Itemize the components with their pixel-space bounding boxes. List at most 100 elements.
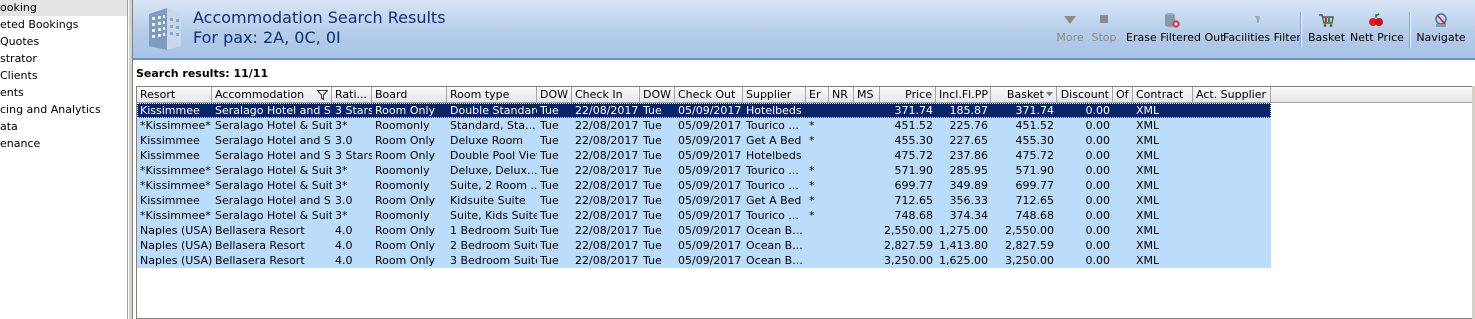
cell-accommodation: Seralago Hotel and S...	[215, 104, 332, 117]
erase-filtered-out-button[interactable]: Erase Filtered Out	[1126, 12, 1224, 52]
cell-resort: Kissimmee	[140, 194, 200, 207]
cell-accommodation: Seralago Hotel and S...	[215, 134, 332, 147]
cell-supplier: Tourico ...	[746, 164, 799, 177]
toolbar-separator-2	[1409, 12, 1411, 48]
basket-icon	[1319, 14, 1334, 27]
cell-contract: XML	[1136, 179, 1160, 192]
column-header-discount[interactable]: Discount	[1057, 87, 1113, 103]
facilities-filter-button[interactable]: Facilities Filter	[1223, 12, 1301, 52]
cell-board: Room Only	[375, 254, 436, 267]
column-header-resort[interactable]: Resort	[137, 87, 212, 103]
cell-resort: *Kissimmee*	[140, 119, 211, 132]
more-button[interactable]: More	[1054, 12, 1086, 52]
navigate-button[interactable]: Navigate	[1416, 12, 1466, 52]
cell-price: 2,827.59	[884, 239, 933, 252]
column-header-rating[interactable]: Rati...	[332, 87, 372, 103]
cell-rating: 4.0	[335, 224, 353, 237]
sidebar-item-pricing-analytics[interactable]: cing and Analytics	[0, 102, 101, 118]
column-header-act-supplier[interactable]: Act. Supplier	[1193, 87, 1271, 103]
cell-accommodation: Seralago Hotel and S...	[215, 149, 332, 162]
cell-er: *	[809, 119, 815, 132]
table-row[interactable]: Naples (USA) Bellasera Resort 4.0 Room Only…	[137, 238, 1271, 253]
cell-dow-in: Tue	[540, 149, 559, 162]
cell-ms	[854, 238, 880, 253]
column-header-of[interactable]: Of	[1113, 87, 1133, 103]
cell-discount: 0.00	[1085, 254, 1111, 267]
basket-button[interactable]: Basket	[1308, 12, 1346, 52]
cell-er: *	[809, 209, 815, 222]
table-row[interactable]: Kissimmee Seralago Hotel and S... 3 Stars R…	[137, 148, 1271, 163]
cell-discount: 0.00	[1085, 209, 1111, 222]
column-header-accommodation[interactable]: Accommodation	[212, 87, 332, 103]
cell-of	[1113, 223, 1133, 238]
cell-act-supplier	[1193, 178, 1271, 193]
table-row[interactable]: Kissimmee Seralago Hotel and S... 3 Stars R…	[137, 103, 1271, 118]
column-header-nr[interactable]: NR	[829, 87, 854, 103]
table-row[interactable]: *Kissimmee* Seralago Hotel & Suites3* Room…	[137, 178, 1271, 193]
column-header-incl-fl-pp[interactable]: Incl.Fl.PP	[936, 87, 991, 103]
grid-header-filler	[1271, 87, 1475, 103]
column-header-basket[interactable]: Basket	[991, 87, 1057, 103]
column-header-ms[interactable]: MS	[854, 87, 880, 103]
column-header-contract[interactable]: Contract	[1133, 87, 1193, 103]
column-header-price[interactable]: Price	[880, 87, 936, 103]
cell-er: *	[809, 164, 815, 177]
table-row[interactable]: *Kissimmee* Seralago Hotel & Suites3* Room…	[137, 208, 1271, 223]
cell-dow-in: Tue	[540, 254, 559, 267]
cell-room-type: Deluxe, Delux...	[450, 164, 537, 177]
cell-er: *	[809, 134, 815, 147]
cell-basket: 2,550.00	[1005, 224, 1054, 237]
table-row[interactable]: Naples (USA) Bellasera Resort 4.0 Room Only…	[137, 223, 1271, 238]
stop-button[interactable]: Stop	[1091, 12, 1117, 52]
column-header-dow-out[interactable]: DOW	[640, 87, 675, 103]
cell-incl-fl-pp: 349.89	[949, 179, 989, 192]
cell-room-type: Double Standard	[450, 104, 537, 117]
cell-room-type: Suite, Kids Suite	[450, 209, 537, 222]
cell-room-type: 2 Bedroom Suite	[450, 239, 537, 252]
cell-er: *	[809, 194, 815, 207]
cell-supplier: Hotelbeds	[746, 149, 802, 162]
sidebar-item-events[interactable]: ents	[0, 85, 24, 101]
cell-contract: XML	[1136, 119, 1160, 132]
cell-dow-out: Tue	[643, 224, 662, 237]
cell-rating: 3.0	[335, 194, 353, 207]
cell-nr	[829, 238, 854, 253]
column-header-dow-in[interactable]: DOW	[537, 87, 572, 103]
column-header-check-out[interactable]: Check Out	[675, 87, 743, 103]
sidebar-item-quotes[interactable]: Quotes	[0, 34, 39, 50]
sidebar-item-clients[interactable]: Clients	[0, 68, 38, 84]
cell-accommodation: Bellasera Resort	[215, 224, 305, 237]
cell-room-type: 1 Bedroom Suite	[450, 224, 537, 237]
cell-basket: 712.65	[1015, 194, 1055, 207]
sidebar-item-administrator[interactable]: strator	[0, 51, 37, 67]
sidebar-item-completed-bookings[interactable]: eted Bookings	[0, 17, 78, 33]
cell-board: Roomonly	[375, 209, 430, 222]
navigate-label: Navigate	[1416, 31, 1466, 44]
cell-supplier: Hotelbeds	[746, 104, 802, 117]
cell-supplier: Tourico ...	[746, 209, 799, 222]
column-header-room-type[interactable]: Room type	[447, 87, 537, 103]
column-filter-icon[interactable]	[317, 90, 328, 100]
sidebar-item-booking[interactable]: ooking	[0, 0, 127, 16]
nett-price-button[interactable]: Nett Price	[1350, 12, 1404, 52]
table-row[interactable]: Kissimmee Seralago Hotel and S... 3.0 Room …	[137, 133, 1271, 148]
cell-nr	[829, 148, 854, 163]
cell-check-out: 05/09/2017	[678, 149, 742, 162]
column-header-supplier[interactable]: Supplier	[743, 87, 806, 103]
table-row[interactable]: *Kissimmee* Seralago Hotel & Suites3* Room…	[137, 163, 1271, 178]
table-row[interactable]: Kissimmee Seralago Hotel and S... 3.0 Room …	[137, 193, 1271, 208]
sidebar-item-maintenance[interactable]: enance	[0, 136, 40, 152]
cell-accommodation: Seralago Hotel & Suites	[215, 164, 332, 177]
cell-board: Roomonly	[375, 164, 430, 177]
column-header-er[interactable]: Er	[806, 87, 829, 103]
column-header-check-in[interactable]: Check In	[572, 87, 640, 103]
cell-check-out: 05/09/2017	[678, 104, 742, 117]
basket-label: Basket	[1308, 31, 1346, 44]
column-header-board[interactable]: Board	[372, 87, 447, 103]
navigation-sidebar: ooking eted Bookings Quotes strator Clie…	[0, 0, 128, 319]
sidebar-item-data[interactable]: ata	[0, 119, 18, 135]
table-row[interactable]: Naples (USA) Bellasera Resort 4.0 Room Only…	[137, 253, 1271, 268]
table-row[interactable]: *Kissimmee* Seralago Hotel & Suites3* Room…	[137, 118, 1271, 133]
erase-filtered-out-label: Erase Filtered Out	[1126, 31, 1225, 44]
cell-dow-out: Tue	[643, 254, 662, 267]
